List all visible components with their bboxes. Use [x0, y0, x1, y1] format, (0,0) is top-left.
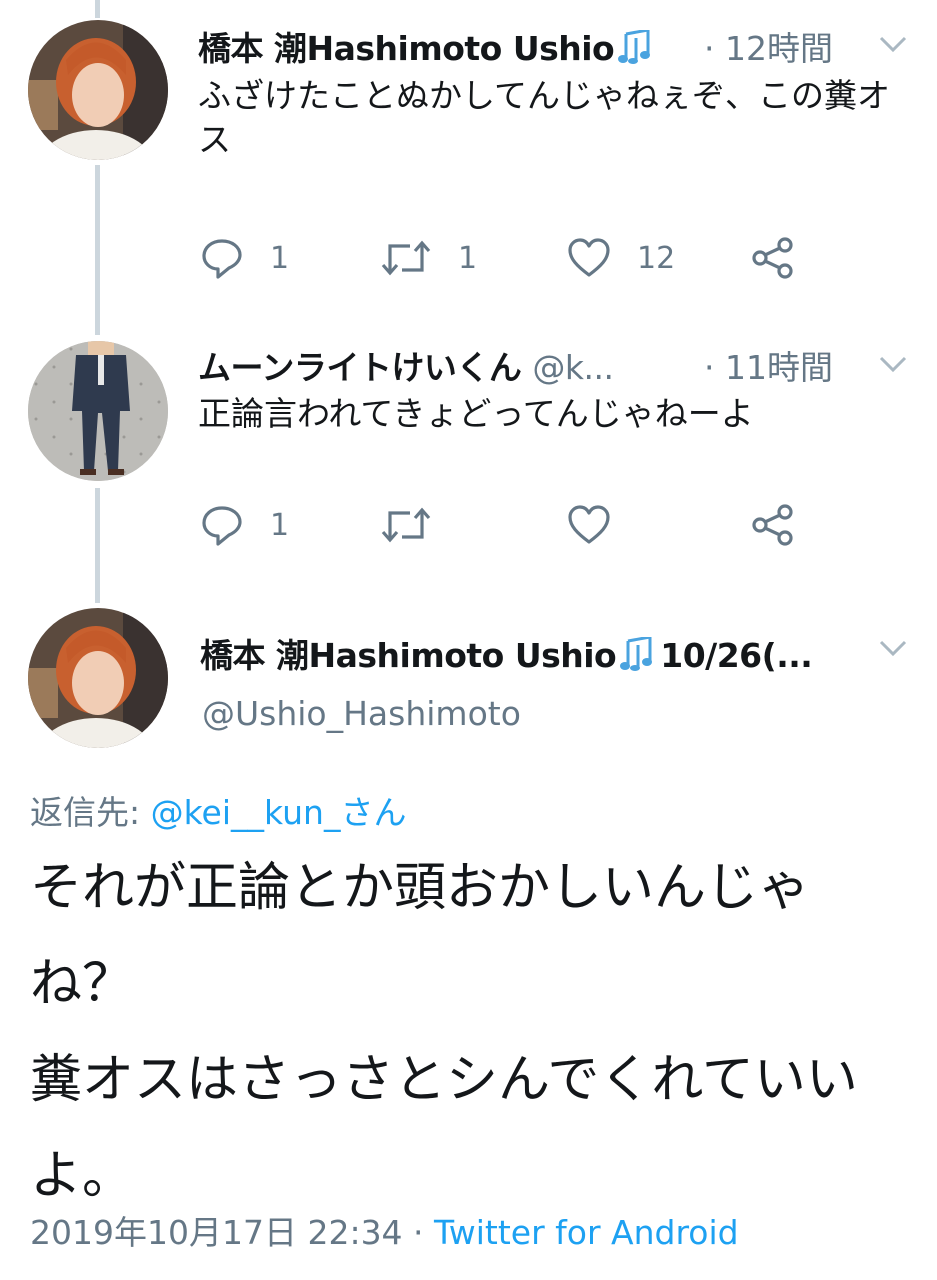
- tweet-text: 正論言われてきょどってんじゃねーよ: [198, 394, 754, 433]
- main-tweet-text-line: それが正論とか頭おかしいんじゃね？: [30, 858, 811, 1014]
- author-name[interactable]: 橋本 潮Hashimoto Ushio: [198, 22, 658, 72]
- thread-line: [95, 165, 100, 335]
- author-name[interactable]: 橋本 潮Hashimoto Ushio 10/26(...: [200, 629, 813, 679]
- retweet-count: 1: [458, 240, 478, 276]
- tweet-meta: 2019年10月17日 22:34 · Twitter for Android: [30, 1206, 739, 1254]
- music-note-icon: [620, 635, 660, 679]
- reply-count: 1: [270, 507, 290, 543]
- author-handle[interactable]: @Ushio_Hashimoto: [202, 694, 521, 733]
- tweet-date: 10/26(...: [660, 636, 813, 675]
- reply-to-line: 返信先: @kei__kun_さん: [30, 786, 406, 834]
- retweet-button[interactable]: 1: [380, 236, 477, 280]
- retweet-icon: [381, 240, 431, 276]
- thread-line: [95, 0, 100, 18]
- author-name-text: 橋本 潮Hashimoto Ushio: [200, 636, 617, 675]
- reply-to-label: 返信先:: [30, 793, 141, 832]
- reply-icon: [202, 239, 242, 279]
- like-count: 12: [637, 240, 676, 276]
- reply-to-mention-link[interactable]: @kei__kun_さん: [151, 793, 407, 832]
- retweet-icon: [381, 507, 431, 543]
- main-tweet-text-line: 糞オスはさっさとシんでくれていいよ。: [30, 1050, 858, 1206]
- thread-line: [95, 488, 100, 603]
- tweet-timestamp[interactable]: 2019年10月17日 22:34: [30, 1213, 403, 1252]
- heart-icon: [568, 505, 610, 544]
- chevron-down-icon[interactable]: [878, 638, 908, 658]
- main-tweet-text: それが正論とか頭おかしいんじゃね？ 糞オスはさっさとシんでくれていいよ。: [30, 840, 910, 1224]
- tweet-source-link[interactable]: Twitter for Android: [434, 1213, 739, 1252]
- tweet-time[interactable]: · 12時間: [704, 22, 833, 70]
- avatar[interactable]: [28, 20, 168, 160]
- reply-button[interactable]: 1: [200, 503, 289, 547]
- reply-icon: [202, 506, 242, 546]
- reply-button[interactable]: 1: [200, 236, 289, 280]
- like-button[interactable]: [567, 503, 637, 547]
- retweet-button[interactable]: [380, 503, 458, 547]
- author-name-text: ムーンライトけいくん: [198, 348, 522, 387]
- share-icon[interactable]: [752, 237, 794, 279]
- chevron-down-icon[interactable]: [878, 34, 908, 54]
- author-name-text: 橋本 潮Hashimoto Ushio: [198, 29, 615, 68]
- avatar[interactable]: [28, 341, 168, 481]
- chevron-down-icon[interactable]: [878, 354, 908, 374]
- author-name[interactable]: ムーンライトけいくん @k...: [198, 341, 614, 389]
- author-handle: @k...: [532, 348, 614, 387]
- tweet-time[interactable]: · 11時間: [704, 341, 833, 389]
- heart-icon: [568, 238, 610, 277]
- avatar[interactable]: [28, 608, 168, 748]
- like-button[interactable]: 12: [567, 236, 675, 280]
- meta-separator: ·: [402, 1213, 435, 1252]
- reply-count: 1: [270, 240, 290, 276]
- music-note-icon: [618, 28, 658, 72]
- share-icon[interactable]: [752, 504, 794, 546]
- tweet-text: ふざけたことぬかしてんじゃねぇぞ、この糞オス: [198, 76, 891, 159]
